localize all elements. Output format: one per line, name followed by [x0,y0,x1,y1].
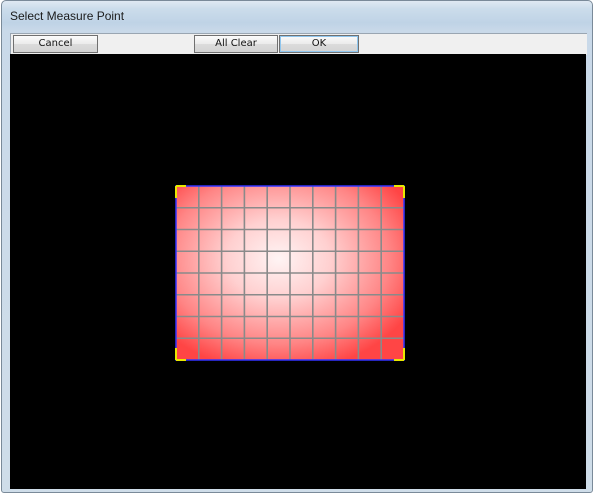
title-bar[interactable]: Select Measure Point [2,1,592,31]
window-title: Select Measure Point [10,9,125,23]
cancel-button[interactable]: Cancel [13,35,98,53]
measurement-svg[interactable] [10,54,586,489]
ok-button[interactable]: OK [279,35,359,53]
select-measure-point-window: Select Measure Point Cancel All Clear OK [1,0,593,493]
measurement-canvas[interactable] [10,54,586,489]
all-clear-button[interactable]: All Clear [194,35,278,53]
toolbar: Cancel All Clear OK [10,33,587,55]
